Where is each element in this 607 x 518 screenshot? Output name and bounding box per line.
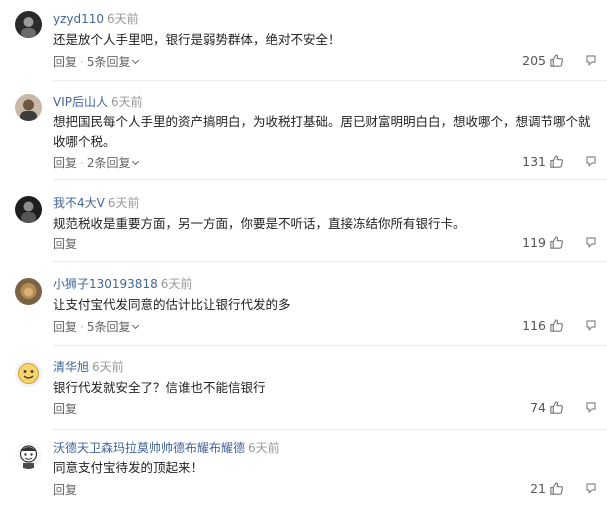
avatar-emoji-icon <box>15 360 42 387</box>
comment-header: 小狮子130193818 6天前 <box>53 277 192 292</box>
comment-actions: 回复 <box>53 237 77 252</box>
separator-dot: · <box>80 320 84 334</box>
more-options-icon[interactable] <box>584 54 598 68</box>
like-button[interactable]: 21 <box>530 481 564 496</box>
replies-count-label: 5条回复 <box>86 55 131 69</box>
avatar[interactable] <box>15 94 42 121</box>
avatar[interactable] <box>15 196 42 223</box>
comment-item: VIP后山人 6天前 想把国民每个人手里的资产搞明白，为收税打基础。居已财富明明白… <box>0 82 607 180</box>
username-link[interactable]: yzyd110 <box>53 12 104 26</box>
username-link[interactable]: 小狮子130193818 <box>53 277 158 291</box>
comment-text: 规范税收是重要方面，另一方面，你要是不听话，直接冻结你所有银行卡。 <box>53 216 466 231</box>
username-link[interactable]: VIP后山人 <box>53 95 108 109</box>
thumbs-up-icon <box>550 482 564 495</box>
thumbs-up-icon <box>550 155 564 168</box>
like-button[interactable]: 116 <box>522 318 564 333</box>
divider <box>53 80 607 81</box>
like-button[interactable]: 205 <box>522 53 564 68</box>
replies-count-label: 5条回复 <box>86 320 131 334</box>
comment-time: 6天前 <box>107 196 140 210</box>
comment-item: 沃德天卫森玛拉莫帅帅德布耀布耀德 6天前 同意支付宝待发的顶起来！ 回复 21 <box>0 430 607 518</box>
avatar[interactable] <box>15 442 42 469</box>
comment-time: 6天前 <box>111 95 143 109</box>
comment-text: 想把国民每个人手里的资产搞明白，为收税打基础。居已财富明明白白，想收哪个，想调节… <box>53 114 591 149</box>
more-options-icon[interactable] <box>584 401 598 415</box>
reply-button[interactable]: 回复 <box>53 237 77 251</box>
like-button[interactable]: 74 <box>530 400 564 415</box>
replies-count-label: 2条回复 <box>86 156 131 170</box>
comment-time: 6天前 <box>160 277 193 291</box>
more-options-icon[interactable] <box>584 155 598 169</box>
avatar-lion-photo-icon <box>15 278 42 305</box>
comment-header: 清华旭 6天前 <box>53 360 124 375</box>
comment-text: 银行代发就安全了？信谁也不能信银行 <box>53 380 266 395</box>
thumbs-up-icon <box>550 54 564 67</box>
username-link[interactable]: 我不4大V <box>53 196 105 210</box>
more-options-icon[interactable] <box>584 482 598 496</box>
comment-header: 沃德天卫森玛拉莫帅帅德布耀布耀德 6天前 <box>53 441 280 456</box>
view-replies-button[interactable]: 5条回复 <box>86 55 140 69</box>
comment-item: 我不4大V 6天前 规范税收是重要方面，另一方面，你要是不听话，直接冻结你所有银行… <box>0 180 607 262</box>
separator-dot: · <box>80 55 84 69</box>
comment-actions: 回复 · 5条回复 <box>53 320 140 335</box>
like-count: 131 <box>522 154 546 169</box>
reply-button[interactable]: 回复 <box>53 156 77 170</box>
separator-dot: · <box>80 156 84 170</box>
like-count: 116 <box>522 318 546 333</box>
chevron-down-icon <box>132 321 140 330</box>
username-link[interactable]: 沃德天卫森玛拉莫帅帅德布耀布耀德 <box>53 441 245 455</box>
more-options-icon[interactable] <box>584 319 598 333</box>
reply-button[interactable]: 回复 <box>53 55 77 69</box>
view-replies-button[interactable]: 5条回复 <box>86 320 140 334</box>
comment-header: 我不4大V 6天前 <box>53 196 140 211</box>
like-count: 205 <box>522 53 546 68</box>
reply-button[interactable]: 回复 <box>53 402 77 416</box>
avatar-cartoon-icon <box>15 442 42 469</box>
chevron-down-icon <box>132 157 140 166</box>
comment-text: 同意支付宝待发的顶起来！ <box>53 460 204 475</box>
thumbs-up-icon <box>550 236 564 249</box>
like-button[interactable]: 119 <box>522 235 564 250</box>
comment-actions: 回复 · 5条回复 <box>53 55 140 70</box>
username-link[interactable]: 清华旭 <box>53 360 89 374</box>
comment-header: VIP后山人 6天前 <box>53 95 143 110</box>
comment-item: yzyd110 6天前 还是放个人手里吧，银行是弱势群体，绝对不安全！ 回复 · 5条… <box>0 0 607 82</box>
comment-text: 让支付宝代发同意的估计比让银行代发的多 <box>53 297 291 312</box>
like-count: 21 <box>530 481 546 496</box>
like-button[interactable]: 131 <box>522 154 564 169</box>
comment-header: yzyd110 6天前 <box>53 12 139 27</box>
more-options-icon[interactable] <box>584 236 598 250</box>
comment-item: 清华旭 6天前 银行代发就安全了？信谁也不能信银行 回复 74 <box>0 346 607 430</box>
comment-actions: 回复 <box>53 483 77 498</box>
avatar[interactable] <box>15 11 42 38</box>
comment-time: 6天前 <box>92 360 124 374</box>
reply-button[interactable]: 回复 <box>53 320 77 334</box>
avatar-dark-photo-icon <box>15 196 42 223</box>
comment-time: 6天前 <box>248 441 280 455</box>
avatar[interactable] <box>15 278 42 305</box>
thumbs-up-icon <box>550 319 564 332</box>
comment-time: 6天前 <box>107 12 139 26</box>
like-count: 119 <box>522 235 546 250</box>
comment-item: 小狮子130193818 6天前 让支付宝代发同意的估计比让银行代发的多 回复 · 5… <box>0 262 607 346</box>
thumbs-up-icon <box>550 401 564 414</box>
avatar[interactable] <box>15 360 42 387</box>
chevron-down-icon <box>132 56 140 65</box>
avatar-person-photo-icon <box>15 94 42 121</box>
comment-text: 还是放个人手里吧，银行是弱势群体，绝对不安全！ <box>53 32 341 47</box>
like-count: 74 <box>530 400 546 415</box>
avatar-dark-photo-icon <box>15 11 42 38</box>
view-replies-button[interactable]: 2条回复 <box>86 156 140 170</box>
reply-button[interactable]: 回复 <box>53 483 77 497</box>
comment-actions: 回复 · 2条回复 <box>53 156 140 171</box>
comment-actions: 回复 <box>53 402 77 417</box>
